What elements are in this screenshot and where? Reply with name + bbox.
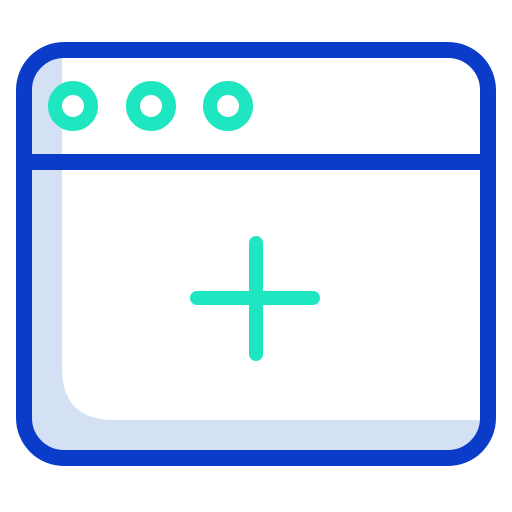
browser-window-icon (16, 42, 496, 466)
new-window-icon (0, 0, 512, 512)
